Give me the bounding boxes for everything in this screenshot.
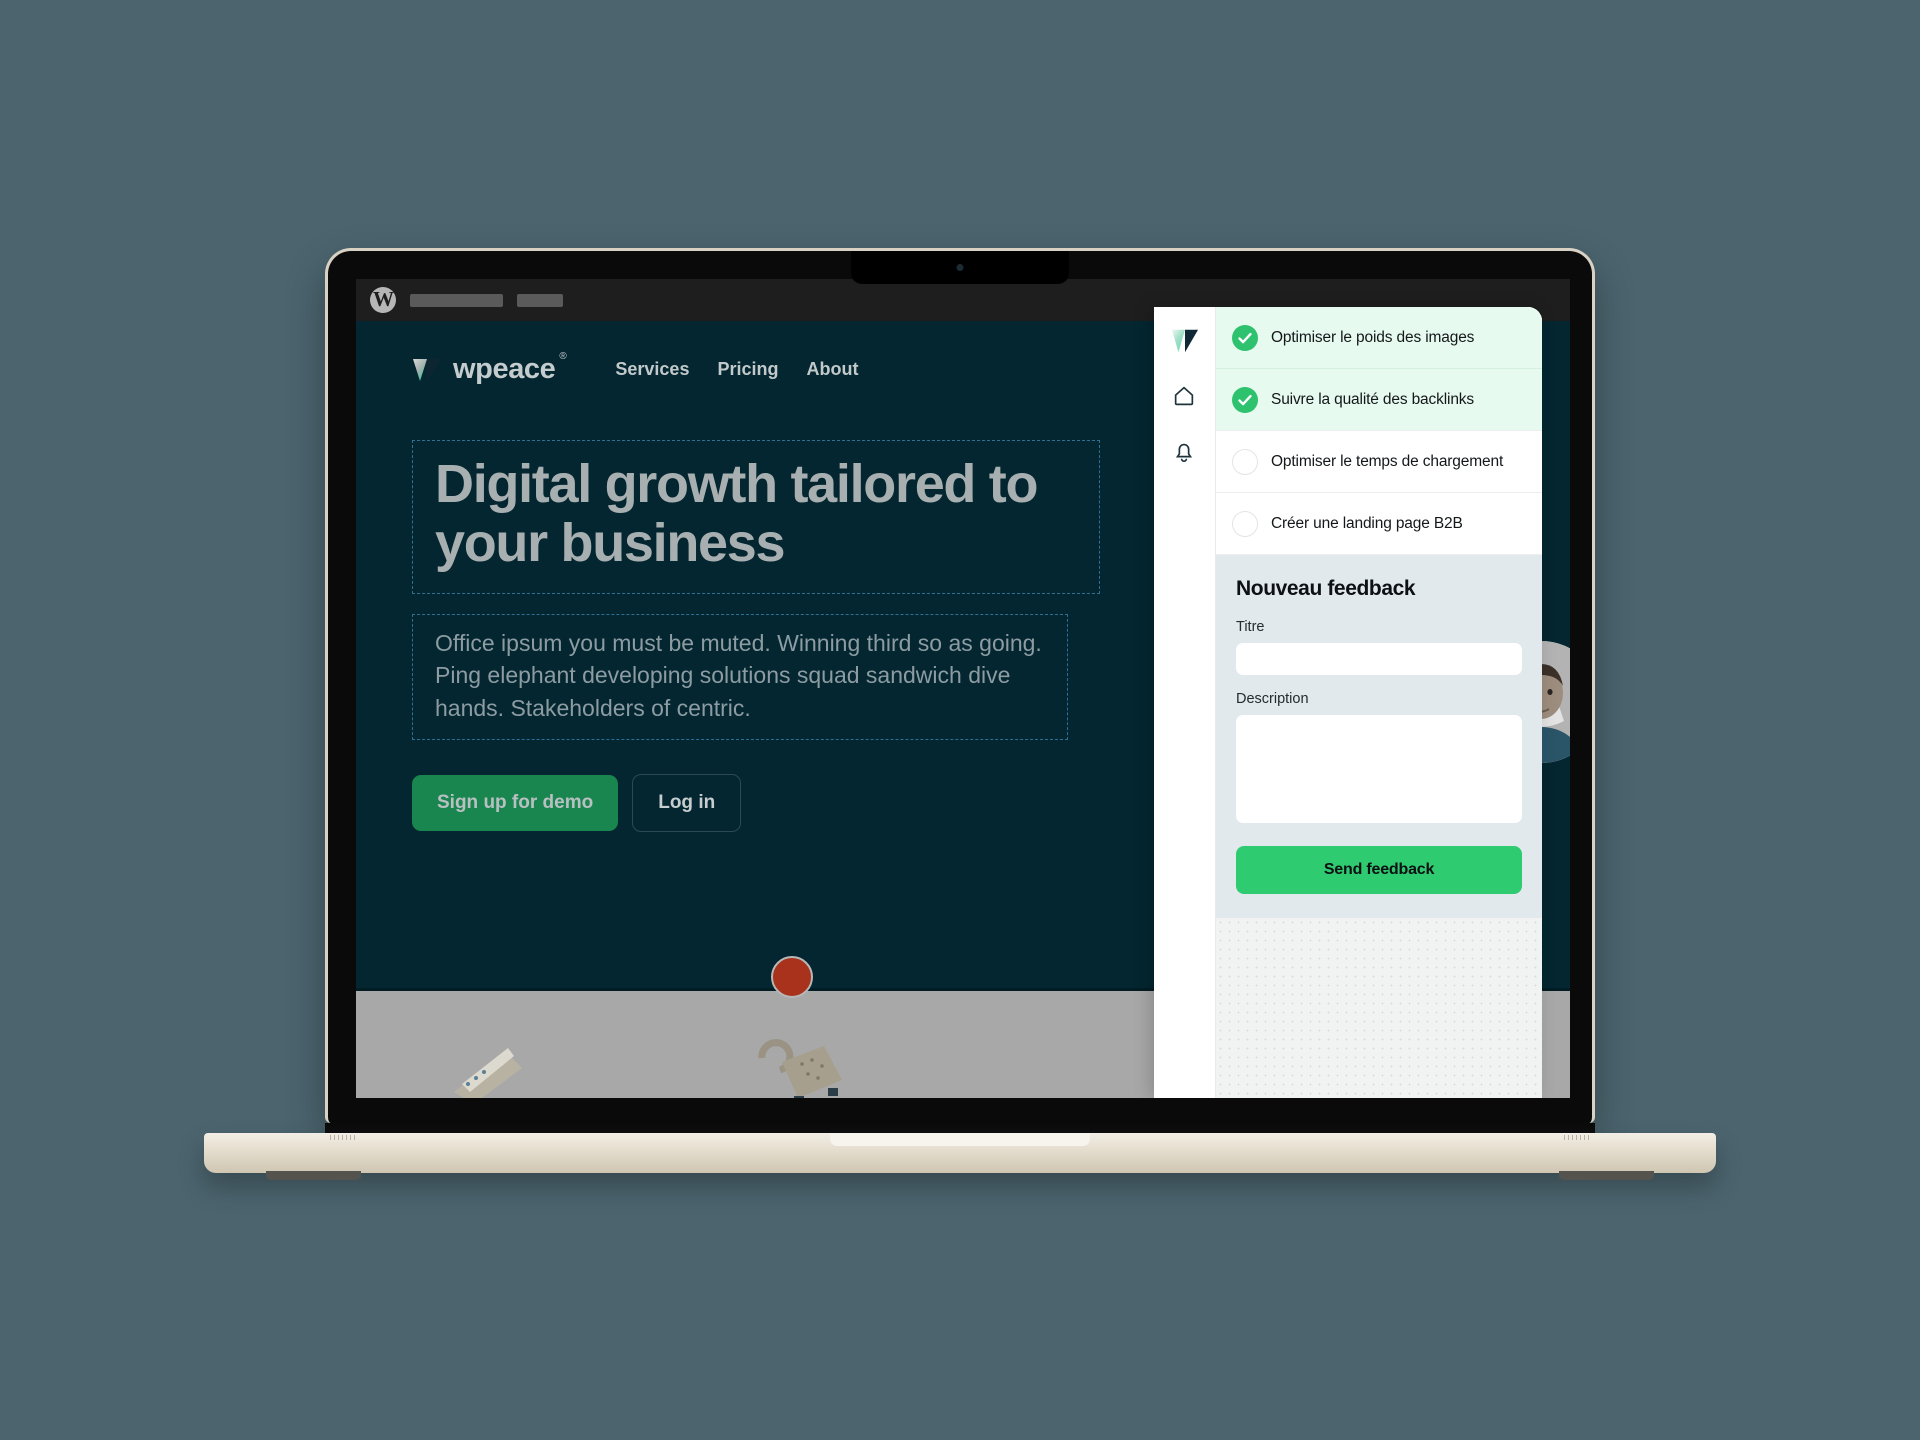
laptop-foot [266, 1171, 361, 1180]
webcam-icon [956, 264, 964, 271]
title-field-label: Titre [1236, 619, 1265, 635]
new-feedback-form: Nouveau feedback Titre Description Send … [1216, 555, 1542, 918]
form-heading: Nouveau feedback [1236, 577, 1416, 600]
send-feedback-button[interactable]: Send feedback [1236, 846, 1522, 894]
hero-subtitle-block[interactable]: Office ipsum you must be muted. Winning … [412, 613, 1068, 740]
panel-empty-area [1216, 918, 1542, 1098]
site-nav: Services Pricing About [615, 359, 858, 380]
page-title: Digital growth tailored to your business [435, 454, 1038, 573]
checkbox-empty-icon[interactable] [1232, 510, 1258, 537]
laptop-foot [1559, 1171, 1654, 1180]
nav-item-pricing[interactable]: Pricing [717, 359, 778, 380]
home-icon[interactable] [1171, 383, 1199, 411]
admin-bar-item-placeholder[interactable] [517, 293, 563, 307]
signup-demo-button[interactable]: Sign up for demo [412, 774, 619, 831]
laptop-lid: W wpeace ® Services Pricing About Digita… [325, 248, 1595, 1123]
feedback-panel: Optimiser le poids des images Suivre la … [1154, 307, 1542, 1098]
check-icon[interactable] [1232, 386, 1258, 413]
brand-name-text: wpeace [453, 353, 556, 385]
task-row[interactable]: Optimiser le poids des images [1216, 307, 1542, 369]
brand[interactable]: wpeace ® [412, 351, 567, 386]
panel-sidebar-rail [1154, 307, 1216, 1098]
laptop-hinge [325, 1123, 1595, 1133]
illustration-right [758, 1039, 842, 1098]
wpeace-triangle-logo-icon[interactable] [1171, 327, 1199, 355]
panel-body: Optimiser le poids des images Suivre la … [1216, 307, 1542, 1098]
task-label: Optimiser le poids des images [1271, 328, 1475, 346]
task-label: Suivre la qualité des backlinks [1271, 390, 1474, 408]
brand-name: wpeace ® [453, 351, 567, 386]
screen-viewport: W wpeace ® Services Pricing About Digita… [356, 279, 1570, 1098]
registered-mark: ® [559, 351, 567, 362]
title-input[interactable] [1236, 643, 1522, 675]
task-list: Optimiser le poids des images Suivre la … [1216, 307, 1542, 555]
laptop-device: W wpeace ® Services Pricing About Digita… [204, 248, 1716, 1180]
task-row[interactable]: Créer une landing page B2B [1216, 493, 1542, 555]
illustration-left [454, 1048, 522, 1098]
nav-item-about[interactable]: About [806, 359, 858, 380]
wpeace-triangle-logo-icon [412, 355, 442, 385]
checkbox-empty-icon[interactable] [1232, 448, 1258, 475]
laptop-vent [330, 1135, 356, 1140]
check-icon[interactable] [1232, 324, 1258, 351]
bell-icon[interactable] [1171, 439, 1199, 467]
wordpress-icon[interactable]: W [370, 287, 396, 313]
hero-subtitle: Office ipsum you must be muted. Winning … [435, 629, 1042, 722]
description-input[interactable] [1236, 715, 1522, 823]
task-label: Optimiser le temps de chargement [1271, 452, 1504, 470]
laptop-base-notch [830, 1133, 1090, 1146]
description-field-label: Description [1236, 691, 1309, 707]
annotation-marker[interactable] [771, 956, 813, 998]
task-row[interactable]: Suivre la qualité des backlinks [1216, 369, 1542, 431]
login-button[interactable]: Log in [632, 773, 742, 832]
nav-item-services[interactable]: Services [615, 359, 689, 380]
task-row[interactable]: Optimiser le temps de chargement [1216, 431, 1542, 493]
laptop-vent [1564, 1135, 1590, 1140]
hero-title-block[interactable]: Digital growth tailored to your business [412, 440, 1100, 594]
laptop-base [204, 1133, 1716, 1180]
task-label: Créer une landing page B2B [1271, 514, 1463, 532]
admin-bar-item-placeholder[interactable] [410, 293, 503, 307]
